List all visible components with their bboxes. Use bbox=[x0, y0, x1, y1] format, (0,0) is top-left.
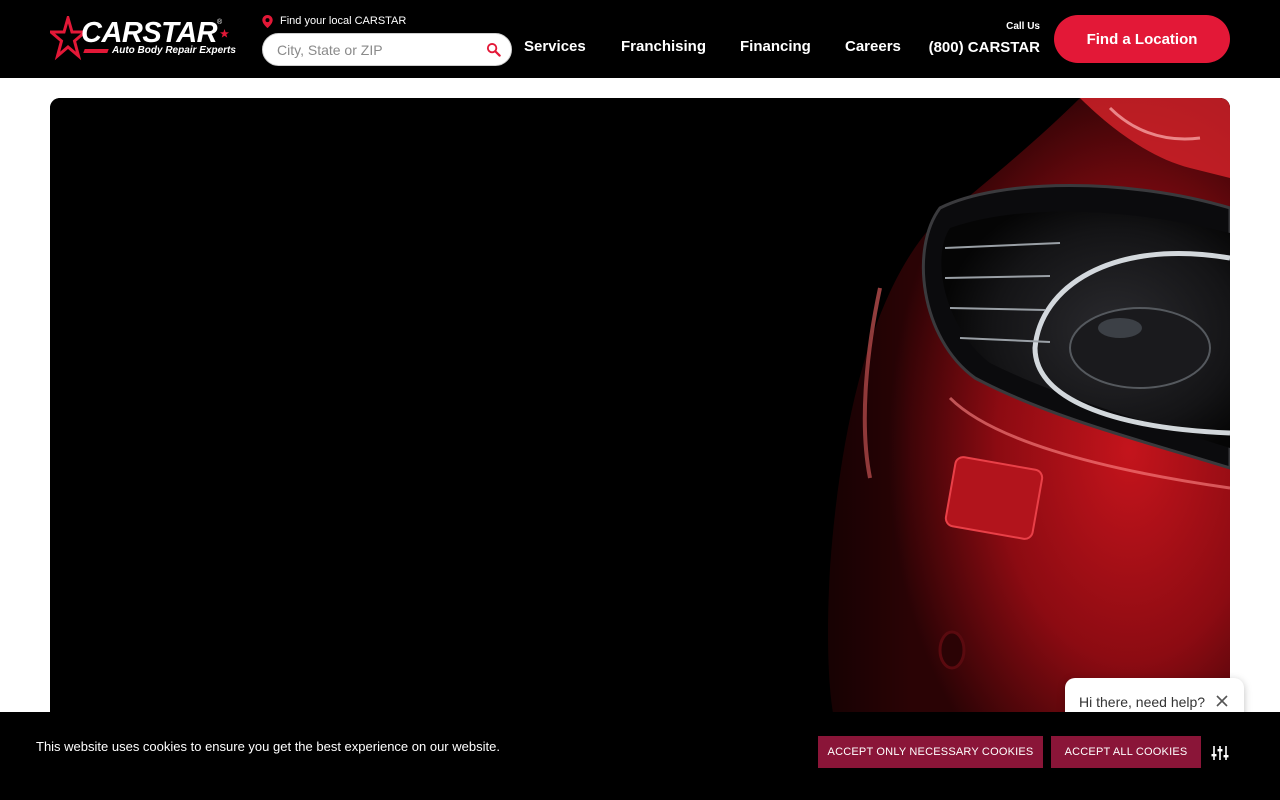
close-icon[interactable] bbox=[1216, 695, 1228, 707]
red-car-headlight-image bbox=[50, 98, 1230, 738]
location-search-input[interactable] bbox=[277, 34, 482, 65]
call-us[interactable]: Call Us (800) CARSTAR bbox=[929, 20, 1042, 60]
site-header: CARSTAR ® Auto Body Repair Experts Find … bbox=[0, 0, 1280, 78]
location-finder: Find your local CARSTAR bbox=[262, 13, 512, 66]
accept-all-cookies-button[interactable]: ACCEPT ALL COOKIES bbox=[1051, 736, 1201, 768]
location-search-box bbox=[262, 33, 512, 66]
carstar-logo[interactable]: CARSTAR ® Auto Body Repair Experts bbox=[50, 16, 236, 62]
locator-label-row: Find your local CARSTAR bbox=[262, 13, 406, 29]
accept-necessary-cookies-button[interactable]: ACCEPT ONLY NECESSARY COOKIES bbox=[818, 736, 1043, 768]
hero-image bbox=[50, 98, 1230, 738]
call-us-label: Call Us bbox=[1006, 21, 1040, 32]
chat-prompt-text[interactable]: Hi there, need help? bbox=[1079, 694, 1205, 710]
phone-number[interactable]: (800) CARSTAR bbox=[929, 39, 1040, 56]
nav-careers[interactable]: Careers bbox=[845, 38, 901, 55]
logo-small-star-icon bbox=[220, 29, 229, 38]
nav-financing[interactable]: Financing bbox=[740, 38, 811, 55]
nav-franchising[interactable]: Franchising bbox=[621, 38, 706, 55]
sliders-icon[interactable] bbox=[1211, 745, 1229, 761]
cookie-message: This website uses cookies to ensure you … bbox=[36, 739, 500, 754]
find-location-button[interactable]: Find a Location bbox=[1054, 15, 1230, 63]
nav-services[interactable]: Services bbox=[524, 38, 586, 55]
locator-label: Find your local CARSTAR bbox=[280, 15, 407, 27]
logo-tagline: Auto Body Repair Experts bbox=[112, 45, 236, 56]
map-pin-icon bbox=[262, 14, 273, 28]
search-icon[interactable] bbox=[486, 42, 501, 57]
cookie-banner: This website uses cookies to ensure you … bbox=[0, 712, 1280, 800]
logo-registered-mark: ® bbox=[217, 19, 223, 26]
